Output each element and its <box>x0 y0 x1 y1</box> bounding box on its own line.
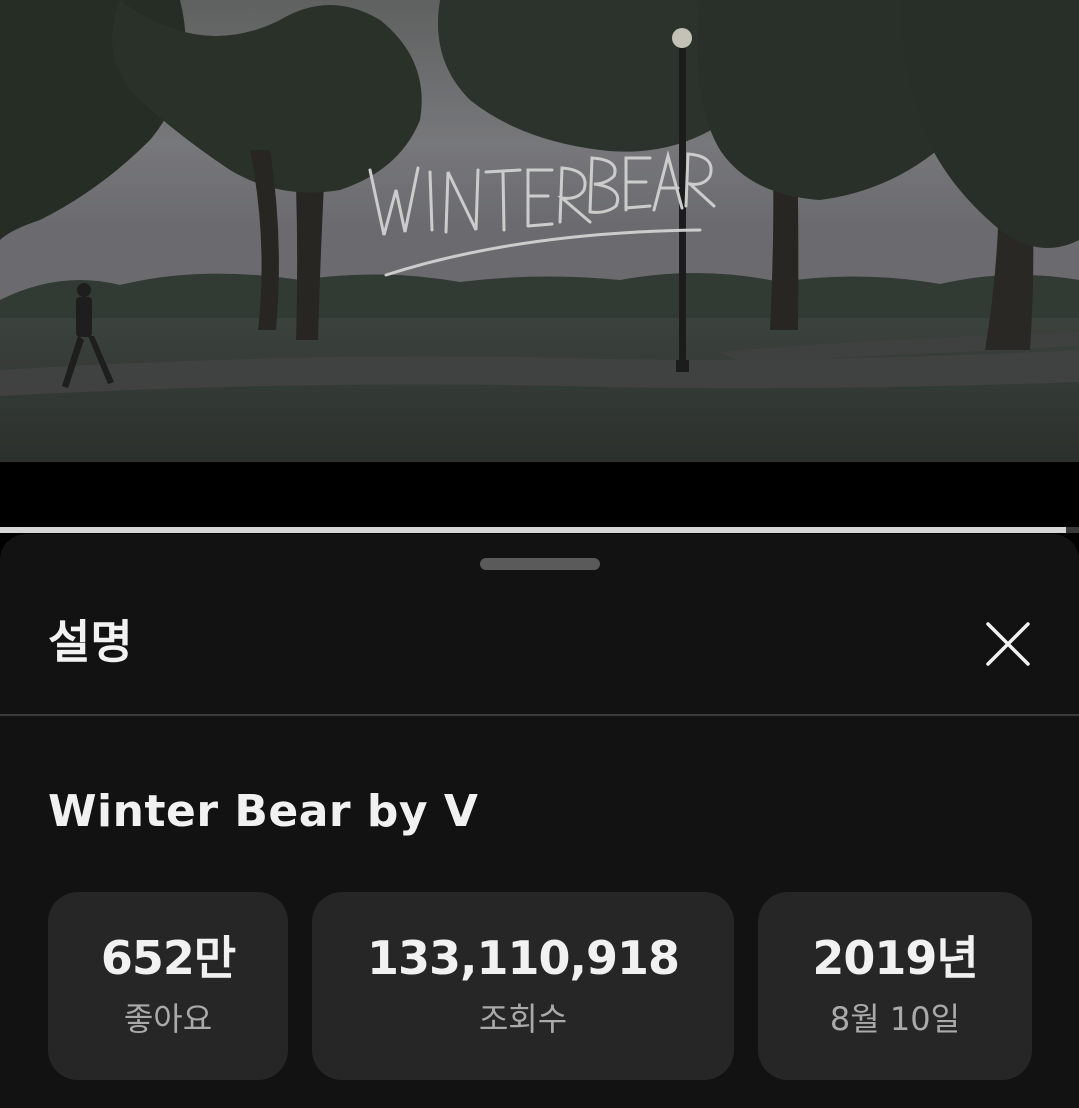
video-title: Winter Bear by V <box>48 786 479 837</box>
views-stat-card[interactable]: 133,110,918 조회수 <box>312 892 734 1080</box>
sheet-drag-handle[interactable] <box>480 558 600 570</box>
video-player[interactable] <box>0 0 1079 462</box>
video-letterbox <box>0 462 1079 530</box>
sheet-divider <box>0 714 1079 716</box>
video-progress-fill <box>0 527 1067 533</box>
close-button[interactable] <box>978 614 1038 674</box>
views-count: 133,110,918 <box>366 931 680 985</box>
date-stat-card[interactable]: 2019년 8월 10일 <box>758 892 1032 1080</box>
app-root: 설명 Winter Bear by V 652만 좋아요 133,110,918… <box>0 0 1079 1108</box>
video-progress-bar[interactable] <box>0 527 1079 533</box>
likes-count: 652만 <box>100 931 236 985</box>
description-sheet: 설명 Winter Bear by V 652만 좋아요 133,110,918… <box>0 534 1079 1108</box>
video-frame-image <box>0 0 1079 462</box>
views-label: 조회수 <box>478 1000 568 1038</box>
likes-stat-card[interactable]: 652만 좋아요 <box>48 892 288 1080</box>
upload-date: 8월 10일 <box>829 1000 961 1038</box>
upload-year: 2019년 <box>812 931 978 985</box>
sheet-title: 설명 <box>48 615 133 669</box>
likes-label: 좋아요 <box>123 1000 213 1038</box>
close-icon <box>986 622 1030 666</box>
